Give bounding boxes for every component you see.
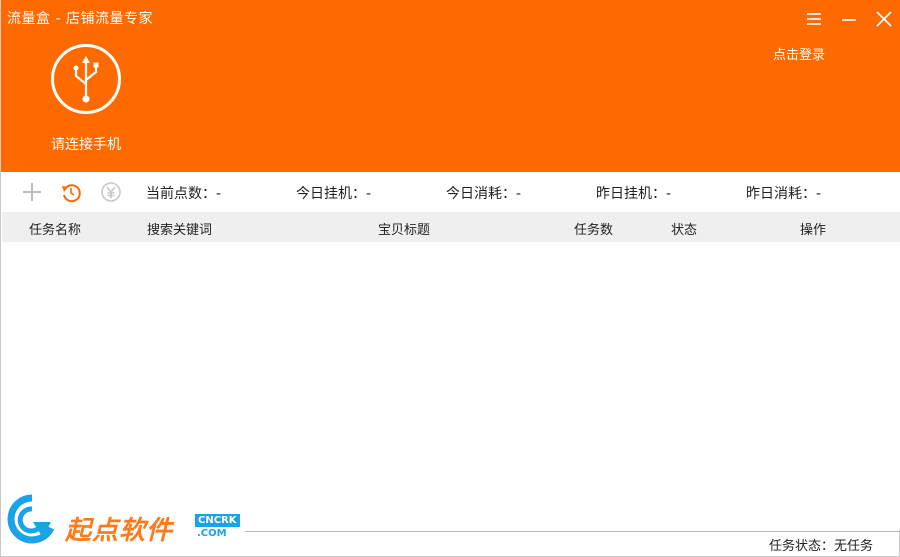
login-link[interactable]: 点击登录 — [773, 44, 825, 63]
toolbar: 当前点数：- 今日挂机：- 今日消耗：- 昨日挂机：- 昨日消耗：- — [1, 172, 900, 212]
column-task-name[interactable]: 任务名称 — [29, 219, 81, 238]
task-table-body[interactable] — [2, 242, 900, 530]
status-bar: 任务状态：无任务 — [245, 531, 900, 557]
stat-current-points: 当前点数：- — [146, 186, 222, 202]
watermark-brand: 起点软件 — [65, 516, 174, 546]
column-status[interactable]: 状态 — [671, 219, 697, 238]
yuan-icon[interactable] — [99, 180, 123, 204]
stat-yesterday-consume: 昨日消耗：- — [746, 186, 822, 202]
add-icon[interactable] — [20, 180, 44, 204]
menu-icon[interactable] — [803, 8, 825, 30]
cncrk-watermark: 起点软件 CNCRK .COM — [5, 492, 245, 552]
connect-phone-label: 请连接手机 — [51, 137, 121, 153]
watermark-badge: CNCRK — [195, 514, 240, 527]
app-window: 流量盒 - 店铺流量专家 点击登录 请连接手机 当前点数：- 今日挂机：- 今日… — [0, 0, 900, 557]
minimize-icon[interactable] — [838, 8, 860, 30]
stat-today-hang: 今日挂机：- — [296, 186, 372, 202]
stat-yesterday-hang: 昨日挂机：- — [596, 186, 672, 202]
column-search-keyword[interactable]: 搜索关键词 — [147, 219, 212, 238]
stat-today-consume: 今日消耗：- — [446, 186, 522, 202]
app-title: 流量盒 - 店铺流量专家 — [7, 11, 153, 27]
column-item-title[interactable]: 宝贝标题 — [378, 219, 430, 238]
column-operation[interactable]: 操作 — [800, 219, 826, 238]
phone-connect-area[interactable]: 请连接手机 — [41, 44, 131, 153]
task-table-header: 任务名称 搜索关键词 宝贝标题 任务数 状态 操作 — [2, 212, 900, 242]
task-status-text: 任务状态：无任务 — [768, 539, 873, 554]
watermark-domain: .COM — [197, 528, 227, 539]
refresh-icon[interactable] — [59, 180, 83, 204]
column-task-count[interactable]: 任务数 — [574, 219, 613, 238]
header-banner: 流量盒 - 店铺流量专家 点击登录 请连接手机 — [1, 0, 900, 172]
usb-icon[interactable] — [51, 44, 121, 114]
close-icon[interactable] — [873, 8, 895, 30]
cncrk-logo-icon — [7, 494, 55, 544]
